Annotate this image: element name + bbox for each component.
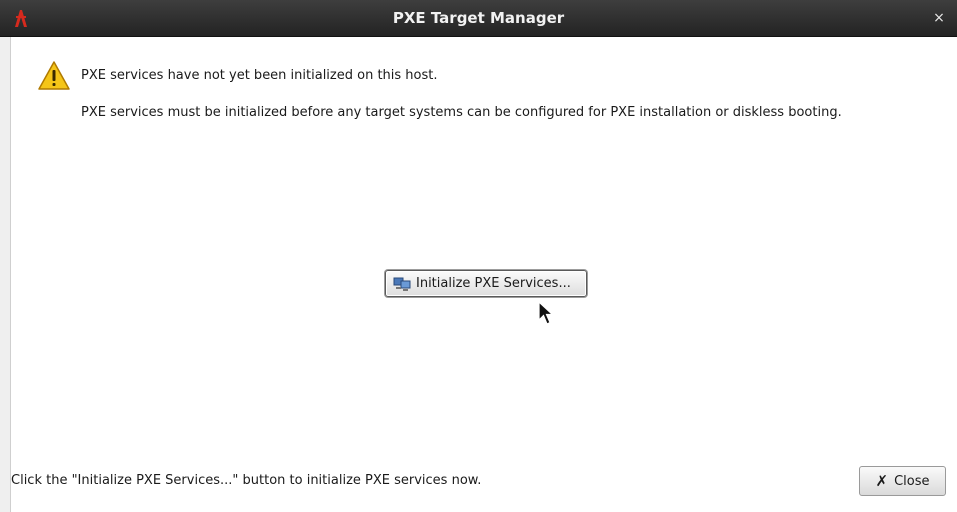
- close-icon: ✗: [875, 471, 889, 490]
- status-detail: PXE services must be initialized before …: [81, 105, 842, 120]
- close-button-label: Close: [894, 473, 930, 489]
- network-computers-icon: [393, 277, 411, 291]
- title-bar[interactable]: PXE Target Manager ×: [0, 0, 957, 37]
- close-button[interactable]: ✗ Close: [859, 466, 946, 496]
- mouse-cursor-icon: [538, 301, 555, 325]
- initialize-pxe-services-button[interactable]: Initialize PXE Services...: [385, 270, 587, 297]
- window-close-icon[interactable]: ×: [931, 10, 947, 26]
- pxe-target-manager-window: PXE Target Manager × PXE services have n…: [0, 0, 957, 512]
- warning-icon: [38, 61, 70, 90]
- status-message: PXE services have not yet been initializ…: [81, 68, 438, 83]
- initialize-button-label: Initialize PXE Services...: [416, 276, 571, 291]
- window-title: PXE Target Manager: [392, 9, 565, 27]
- footer-hint: Click the "Initialize PXE Services..." b…: [11, 473, 482, 488]
- dialog-content: PXE services have not yet been initializ…: [10, 37, 957, 512]
